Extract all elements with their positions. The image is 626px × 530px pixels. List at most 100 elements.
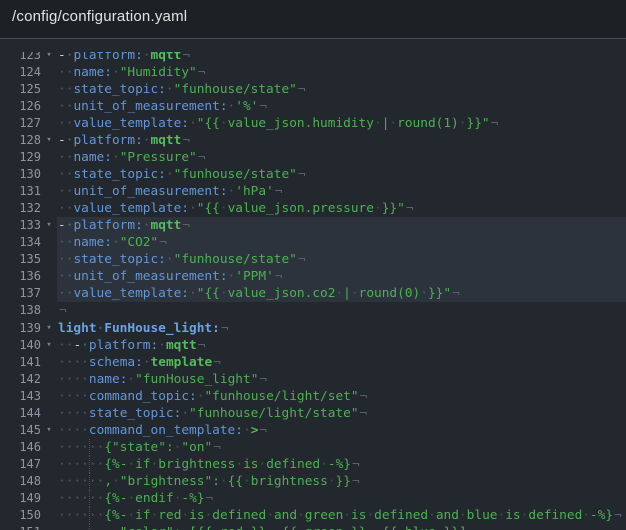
code-line-text[interactable]: ··state_topic:·"funhouse/state"¬	[57, 166, 626, 183]
code-line-text[interactable]: ······{%-·if·red·is·defined·and·green·is…	[57, 507, 626, 524]
code-line-text[interactable]: ··unit_of_measurement:·'hPa'¬	[57, 183, 626, 200]
whitespace-dot: ·	[343, 525, 351, 530]
whitespace-dot: ·	[58, 65, 66, 80]
code-lines: 123▾-·platform:·mqtt¬124··name:·"Humidit…	[0, 52, 626, 530]
code-line-text[interactable]: ··state_topic:·"funhouse/state"¬	[57, 81, 626, 98]
code-line-text[interactable]: ······{%-·if·brightness·is·defined·-%}¬	[57, 456, 626, 473]
whitespace-dot: ·	[81, 355, 89, 370]
whitespace-dot: ·	[374, 201, 382, 216]
code-line-text[interactable]: ··unit_of_measurement:·'PPM'¬	[57, 268, 626, 285]
fold-gutter	[41, 183, 57, 200]
whitespace-dot: ·	[189, 116, 197, 131]
code-line-text[interactable]: ¬	[57, 302, 626, 319]
whitespace-dot: ·	[274, 525, 282, 530]
code-line-text[interactable]: ··name:·"Pressure"¬	[57, 149, 626, 166]
whitespace-dot: ·	[66, 133, 74, 148]
whitespace-dot: ·	[66, 116, 74, 131]
code-line-text[interactable]: ····name:·"funHouse_light"¬	[57, 371, 626, 388]
code-line-text[interactable]: ··-·platform:·mqtt¬	[57, 337, 626, 354]
eol-marker: ¬	[197, 65, 206, 80]
fold-gutter	[41, 81, 57, 98]
line-number: 130	[0, 166, 41, 183]
fold-gutter	[41, 64, 57, 81]
whitespace-dot: ·	[143, 355, 151, 370]
file-path-title: /config/configuration.yaml	[12, 8, 626, 25]
whitespace-dot: ·	[89, 525, 97, 530]
code-line-text[interactable]: ··name:·"Humidity"¬	[57, 64, 626, 81]
eol-marker: ¬	[405, 201, 414, 216]
code-line: 149······{%-·endif·-%}¬	[0, 490, 626, 507]
fold-gutter	[41, 285, 57, 302]
eol-marker: ¬	[351, 457, 360, 472]
whitespace-dot: ·	[89, 491, 97, 506]
whitespace-dot: ·	[297, 508, 305, 523]
eol-marker: ¬	[258, 99, 267, 114]
line-number: 150	[0, 507, 41, 524]
fold-arrow-icon[interactable]: ▾	[41, 132, 57, 149]
code-line-text[interactable]: -·platform:·mqtt¬	[57, 52, 626, 64]
whitespace-dot: ·	[174, 440, 182, 455]
whitespace-dot: ·	[428, 508, 436, 523]
code-line-text[interactable]: ····state_topic:·"funhouse/light/state"¬	[57, 405, 626, 422]
whitespace-dot: ·	[397, 525, 405, 530]
code-line-text[interactable]: ··value_template:·"{{·value_json.pressur…	[57, 200, 626, 217]
fold-gutter	[41, 166, 57, 183]
whitespace-dot: ·	[459, 508, 467, 523]
eol-marker: ¬	[58, 303, 67, 318]
whitespace-dot: ·	[212, 525, 220, 530]
code-line-text[interactable]: ··unit_of_measurement:·'%'¬	[57, 98, 626, 115]
whitespace-dot: ·	[166, 82, 174, 97]
code-line-text[interactable]: -·platform:·mqtt¬	[57, 217, 626, 234]
code-line-text[interactable]: ······{"state":·"on"¬	[57, 439, 626, 456]
code-line: 151······,·"color":·[{{·red·}},·{{·green…	[0, 524, 626, 530]
code-line-text[interactable]: ····schema:·template¬	[57, 354, 626, 371]
whitespace-dot: ·	[498, 508, 506, 523]
code-line-text[interactable]: ······,·"brightness":·{{·brightness·}}¬	[57, 473, 626, 490]
line-number: 131	[0, 183, 41, 200]
eol-marker: ¬	[490, 116, 499, 131]
whitespace-dot: ·	[436, 525, 444, 530]
eol-marker: ¬	[274, 184, 283, 199]
eol-marker: ¬	[258, 372, 267, 387]
whitespace-dot: ·	[81, 372, 89, 387]
editor-viewport[interactable]: 123▾-·platform:·mqtt¬124··name:·"Humidit…	[0, 52, 626, 530]
code-editor[interactable]: 123▾-·platform:·mqtt¬124··name:·"Humidit…	[0, 40, 626, 530]
code-line-text[interactable]: ··name:·"CO2"¬	[57, 234, 626, 251]
code-line: 150······{%-·if·red·is·defined·and·green…	[0, 507, 626, 524]
code-line-text[interactable]: ····command_topic:·"funhouse/light/set"¬	[57, 388, 626, 405]
whitespace-dot: ·	[58, 235, 66, 250]
fold-arrow-icon[interactable]: ▾	[41, 217, 57, 234]
whitespace-dot: ·	[81, 508, 89, 523]
whitespace-dot: ·	[66, 150, 74, 165]
fold-arrow-icon[interactable]: ▾	[41, 337, 57, 354]
whitespace-dot: ·	[89, 474, 97, 489]
code-line-text[interactable]: -·platform:·mqtt¬	[57, 132, 626, 149]
fold-gutter	[41, 456, 57, 473]
whitespace-dot: ·	[66, 52, 74, 63]
whitespace-dot: ·	[335, 286, 343, 301]
code-line-text[interactable]: ····command_on_template:·>¬	[57, 422, 626, 439]
code-line-text[interactable]: ······{%-·endif·-%}¬	[57, 490, 626, 507]
code-line-text[interactable]: light·FunHouse_light:¬	[57, 320, 626, 337]
line-number: 142	[0, 371, 41, 388]
code-line-text[interactable]: ··value_template:·"{{·value_json.co2·|·r…	[57, 285, 626, 302]
whitespace-dot: ·	[258, 457, 266, 472]
whitespace-dot: ·	[73, 491, 81, 506]
whitespace-dot: ·	[66, 65, 74, 80]
fold-arrow-icon[interactable]: ▾	[41, 52, 57, 64]
code-line-text[interactable]: ··value_template:·"{{·value_json.humidit…	[57, 115, 626, 132]
fold-arrow-icon[interactable]: ▾	[41, 422, 57, 439]
code-line: 136··unit_of_measurement:·'PPM'¬	[0, 268, 626, 285]
code-line: 137··value_template:·"{{·value_json.co2·…	[0, 285, 626, 302]
whitespace-dot: ·	[320, 457, 328, 472]
line-number: 146	[0, 439, 41, 456]
fold-gutter	[41, 200, 57, 217]
whitespace-dot: ·	[58, 406, 66, 421]
whitespace-dot: ·	[58, 474, 66, 489]
code-line-text[interactable]: ······,·"color":·[{{·red·}},·{{·green·}}…	[57, 524, 626, 530]
fold-gutter	[41, 405, 57, 422]
whitespace-dot: ·	[158, 338, 166, 353]
fold-arrow-icon[interactable]: ▾	[41, 320, 57, 337]
eol-marker: ¬	[212, 440, 221, 455]
code-line-text[interactable]: ··state_topic:·"funhouse/state"¬	[57, 251, 626, 268]
